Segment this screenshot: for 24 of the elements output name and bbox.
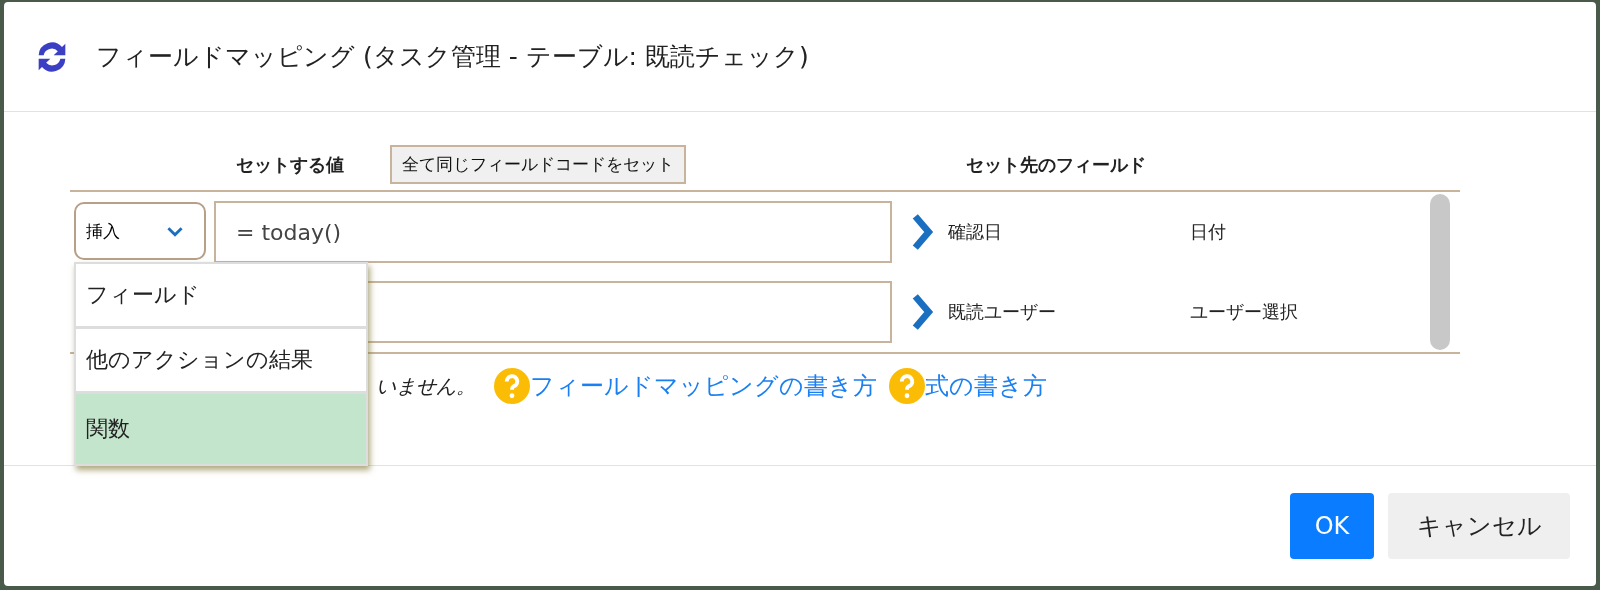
set-all-button[interactable]: 全て同じフィールドコードをセット	[390, 145, 686, 184]
value-field[interactable]: = today()	[214, 201, 892, 263]
scrollbar-thumb[interactable]	[1430, 194, 1450, 350]
chevron-right-icon	[910, 213, 934, 251]
help-icon	[889, 368, 925, 404]
menu-item[interactable]: 関数	[76, 394, 366, 464]
target-field-name: 確認日	[948, 220, 1003, 244]
help-link[interactable]: 式の書き方	[925, 370, 1047, 402]
field-type: 日付	[1190, 220, 1227, 244]
chevron-right-icon	[910, 293, 934, 331]
hint-text: いません。	[376, 372, 476, 400]
menu-item[interactable]: 他のアクションの結果	[76, 329, 366, 391]
dialog-title: フィールドマッピング (タスク管理 - テーブル: 既読チェック)	[96, 41, 809, 73]
chevron-down-icon	[166, 225, 184, 237]
insert-select[interactable]: 挿入	[74, 202, 206, 260]
help-icon	[494, 368, 530, 404]
column-header: セット先のフィールド	[966, 152, 1146, 177]
target-field-name: 既読ユーザー	[948, 300, 1057, 324]
column-header: セットする値	[235, 152, 345, 177]
help-link[interactable]: フィールドマッピングの書き方	[530, 370, 877, 402]
menu-item[interactable]: フィールド	[76, 264, 366, 326]
cancel-button[interactable]: キャンセル	[1388, 493, 1570, 559]
ok-button[interactable]: OK	[1290, 493, 1374, 559]
field-type: ユーザー選択	[1190, 300, 1299, 324]
